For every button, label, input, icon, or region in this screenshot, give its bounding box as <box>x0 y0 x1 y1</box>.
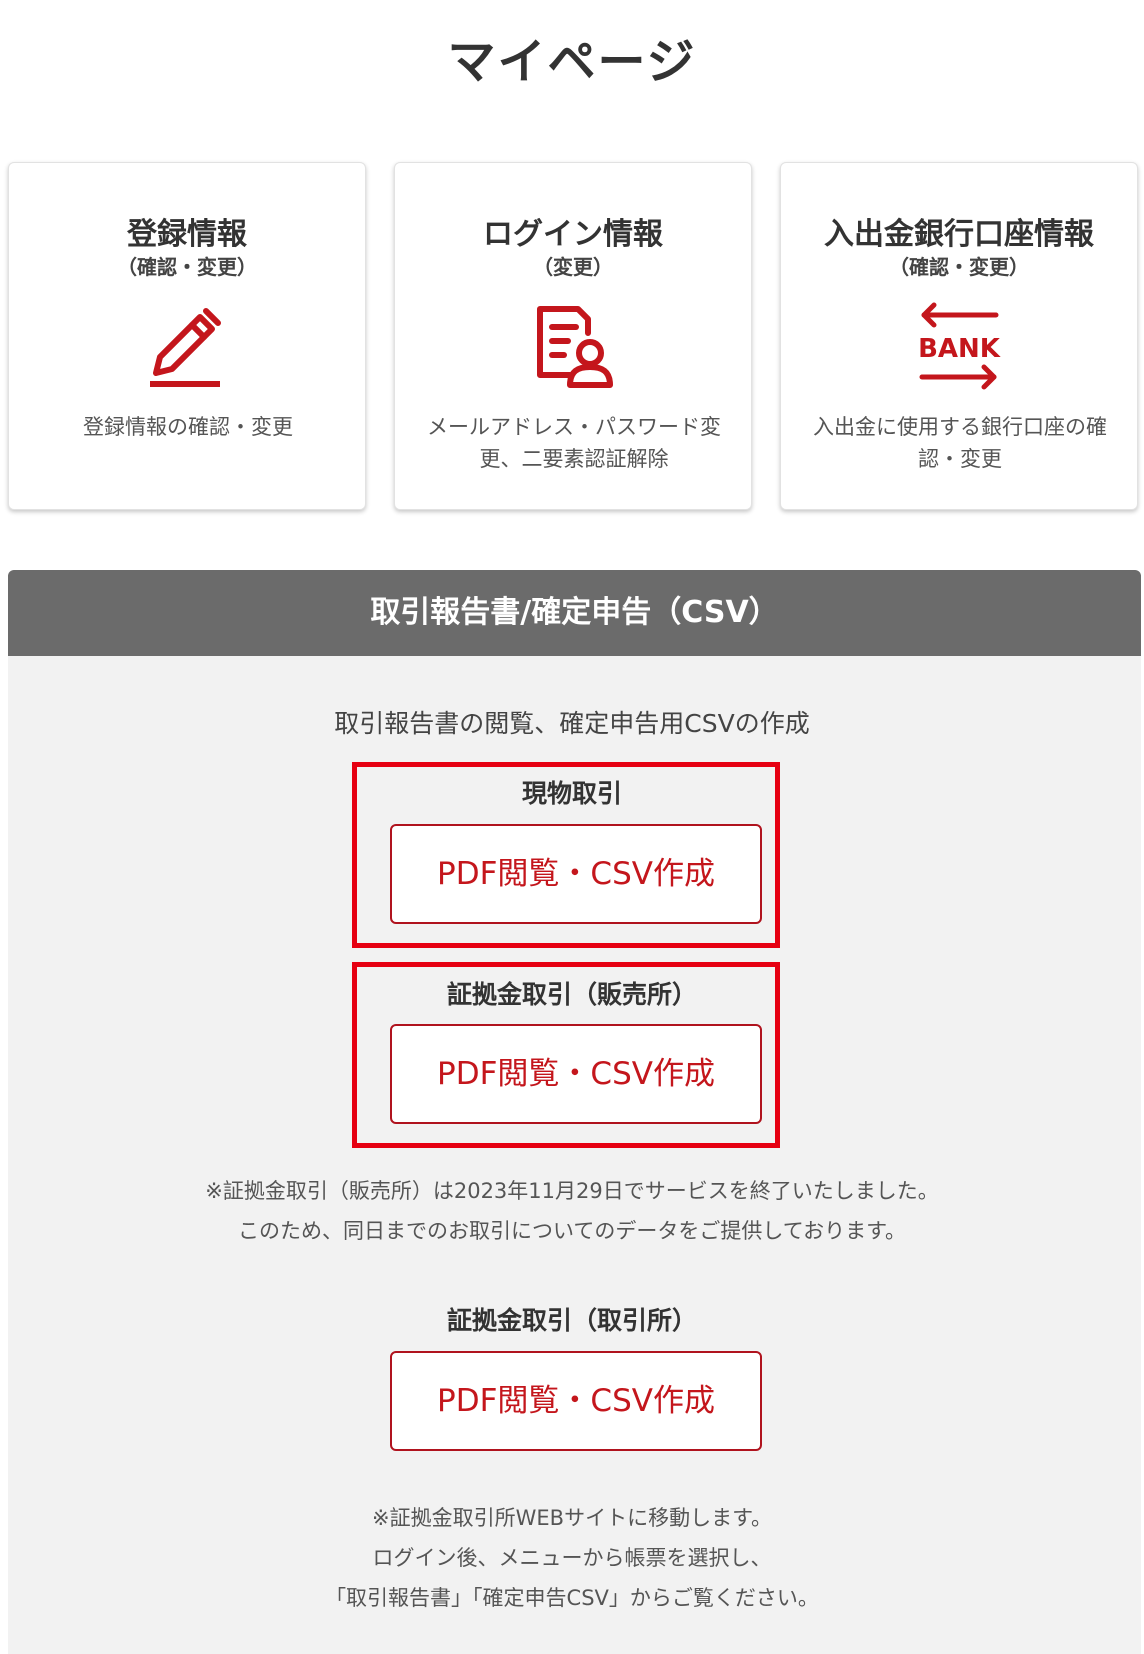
card-registration-info[interactable]: 登録情報 （確認・変更） 登録情報の確認・変更 <box>8 162 366 510</box>
card-subtitle: （変更） <box>533 255 613 279</box>
bank-label: BANK <box>918 334 1001 364</box>
card-title: 登録情報 <box>127 217 247 252</box>
section-header: 取引報告書/確定申告（CSV） <box>8 570 1141 656</box>
note-dealer-line-2: このため、同日までのお取引についてのデータをご提供しております。 <box>237 1219 906 1243</box>
note-exchange-line-2: ログイン後、メニューから帳票を選択し、 <box>372 1546 772 1570</box>
card-subtitle: （確認・変更） <box>889 255 1029 279</box>
note-dealer-line-1: ※証拠金取引（販売所）は2023年11月29日でサービスを終了いたしました。 <box>205 1179 939 1203</box>
section-intro: 取引報告書の閲覧、確定申告用CSVの作成 <box>334 709 810 738</box>
card-description: メールアドレス・パスワード変更、二要素認証解除 <box>427 415 721 471</box>
group-label-margin-exchange: 証拠金取引（取引所） <box>446 1306 697 1335</box>
pdf-csv-button-margin-dealer[interactable]: PDF閲覧・CSV作成 <box>390 1024 762 1124</box>
card-title: 入出金銀行口座情報 <box>824 217 1094 252</box>
card-description: 入出金に使用する銀行口座の確認・変更 <box>813 415 1107 471</box>
document-user-icon <box>537 306 613 388</box>
page-title: マイページ <box>447 34 697 90</box>
note-exchange-line-3: 「取引報告書」「確定申告CSV」からご覧ください。 <box>325 1586 819 1610</box>
card-subtitle: （確認・変更） <box>117 255 257 279</box>
card-bank-account-info[interactable]: 入出金銀行口座情報 （確認・変更） BANK 入出金に使用する銀行口座の確認・変… <box>780 162 1138 510</box>
pdf-csv-button-spot[interactable]: PDF閲覧・CSV作成 <box>390 824 762 924</box>
card-title: ログイン情報 <box>483 217 663 252</box>
pencil-icon <box>150 308 221 387</box>
bank-transfer-icon: BANK <box>918 302 1001 390</box>
card-login-info[interactable]: ログイン情報 （変更） メールアドレス・パスワード変更、二要素認証解除 <box>394 162 752 510</box>
pdf-csv-button-margin-exchange[interactable]: PDF閲覧・CSV作成 <box>390 1351 762 1451</box>
group-label-margin-dealer: 証拠金取引（販売所） <box>446 980 697 1009</box>
card-description: 登録情報の確認・変更 <box>83 415 293 439</box>
note-exchange-line-1: ※証拠金取引所WEBサイトに移動します。 <box>372 1506 772 1530</box>
group-label-spot: 現物取引 <box>521 779 622 808</box>
